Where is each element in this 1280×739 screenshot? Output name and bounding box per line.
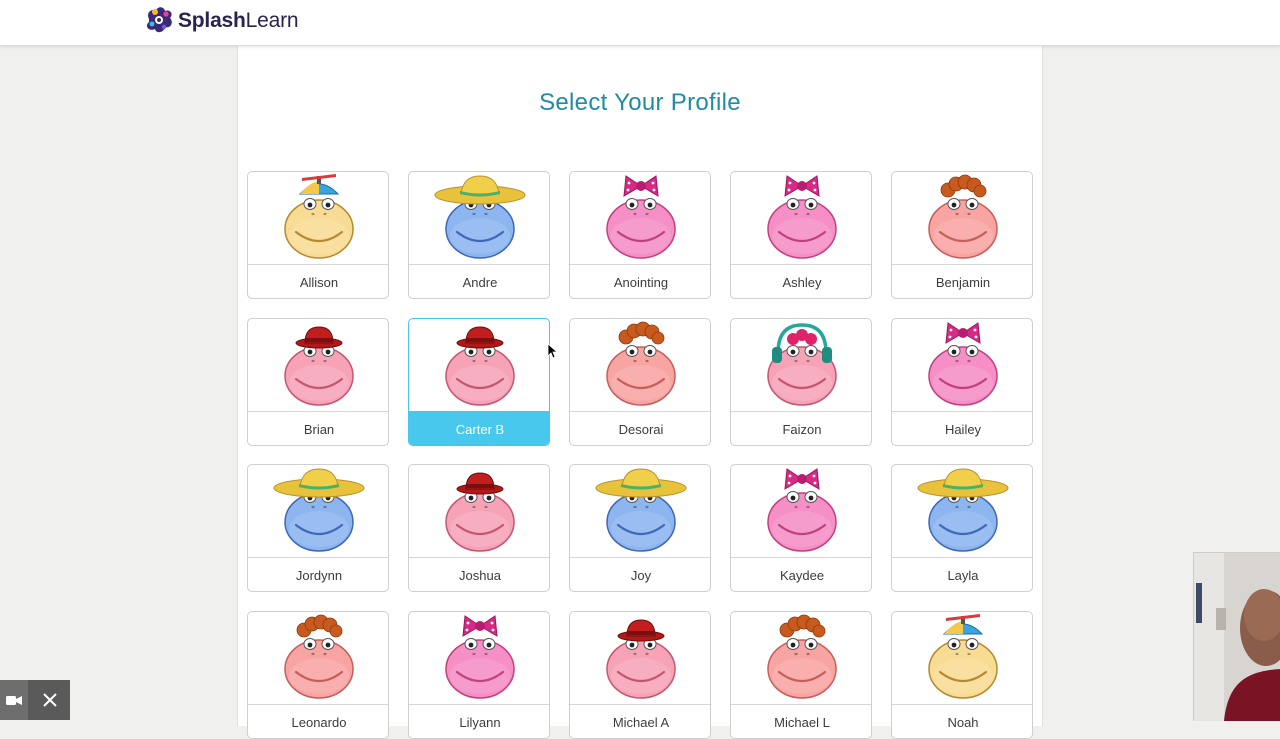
profile-card[interactable]: Carter B [408,317,550,446]
splashlearn-logo-icon [146,7,172,33]
curly-hair-salmon-avatar [248,612,388,704]
profile-card[interactable]: Hailey [891,317,1033,446]
curly-hair-salmon-avatar [892,172,1032,264]
recording-controls [0,680,70,720]
profile-card[interactable]: Noah [891,610,1033,739]
top-bar: SplashLearn [0,0,1280,46]
profile-card[interactable]: Allison [247,171,389,299]
profile-name: Jordynn [248,557,388,591]
profile-name: Lilyann [409,703,549,738]
red-hat-pink-avatar [248,319,388,411]
profile-card[interactable]: Benjamin [891,171,1033,299]
profile-name: Andre [409,264,549,298]
profile-name: Joshua [409,557,549,591]
bow-pink-avatar [570,172,710,264]
bow-pink-avatar [409,612,549,704]
profile-name: Noah [892,703,1032,738]
profile-card[interactable]: Kaydee [730,464,872,592]
profile-card[interactable]: Andre [408,171,550,299]
profile-card[interactable]: Desorai [569,317,711,446]
profile-name: Michael L [731,703,871,738]
sombrero-blue-avatar [248,465,388,557]
profile-panel: Select Your Profile Allison Andre Anoint… [237,46,1043,739]
profile-name: Benjamin [892,264,1032,298]
red-hat-pink-avatar [570,612,710,704]
bow-pink-avatar [731,172,871,264]
mouse-cursor [547,343,557,359]
profile-card[interactable]: Lilyann [408,610,550,739]
profile-name: Joy [570,557,710,591]
propeller-cap-yellow-avatar [892,612,1032,704]
profile-name: Ashley [731,264,871,298]
close-recording-button[interactable] [30,680,70,720]
webcam-preview [1193,552,1280,721]
profile-card[interactable]: Faizon [730,317,872,446]
profile-card[interactable]: Layla [891,464,1033,592]
profile-card[interactable]: Jordynn [247,464,389,592]
profile-card[interactable]: Anointing [569,171,711,299]
page-title: Select Your Profile [539,89,741,116]
profile-name: Desorai [570,410,710,445]
profile-card[interactable]: Leonardo [247,610,389,739]
red-hat-pink-avatar [409,319,549,411]
red-hat-pink-avatar [409,465,549,557]
profile-name: Brian [248,410,388,445]
curly-hair-salmon-avatar [731,612,871,704]
bow-pink-avatar [892,319,1032,411]
video-camera-icon [6,695,22,705]
logo-wordmark: SplashLearn [178,9,299,32]
close-icon [43,693,57,707]
profile-name: Leonardo [248,703,388,738]
bow-pink-avatar [731,465,871,557]
camera-toggle-button[interactable] [0,680,28,720]
profile-name: Layla [892,557,1032,591]
propeller-cap-yellow-avatar [248,172,388,264]
profile-name: Kaydee [731,557,871,591]
profile-name: Michael A [570,703,710,738]
profile-card[interactable]: Joshua [408,464,550,592]
profile-name: Hailey [892,410,1032,445]
profile-card[interactable]: Brian [247,317,389,446]
profile-card[interactable]: Joy [569,464,711,592]
profile-name: Allison [248,264,388,298]
profile-name: Faizon [731,410,871,445]
profile-name: Anointing [570,264,710,298]
webcam-feed [1194,553,1280,721]
splashlearn-logo[interactable]: SplashLearn [143,5,299,37]
headphones-pink-avatar [731,319,871,411]
profile-card[interactable]: Michael L [730,610,872,739]
profile-card[interactable]: Ashley [730,171,872,299]
sombrero-blue-avatar [409,172,549,264]
curly-hair-salmon-avatar [570,319,710,411]
sombrero-blue-avatar [892,465,1032,557]
profile-name: Carter B [409,410,549,445]
profile-card[interactable]: Michael A [569,610,711,739]
sombrero-blue-avatar [570,465,710,557]
